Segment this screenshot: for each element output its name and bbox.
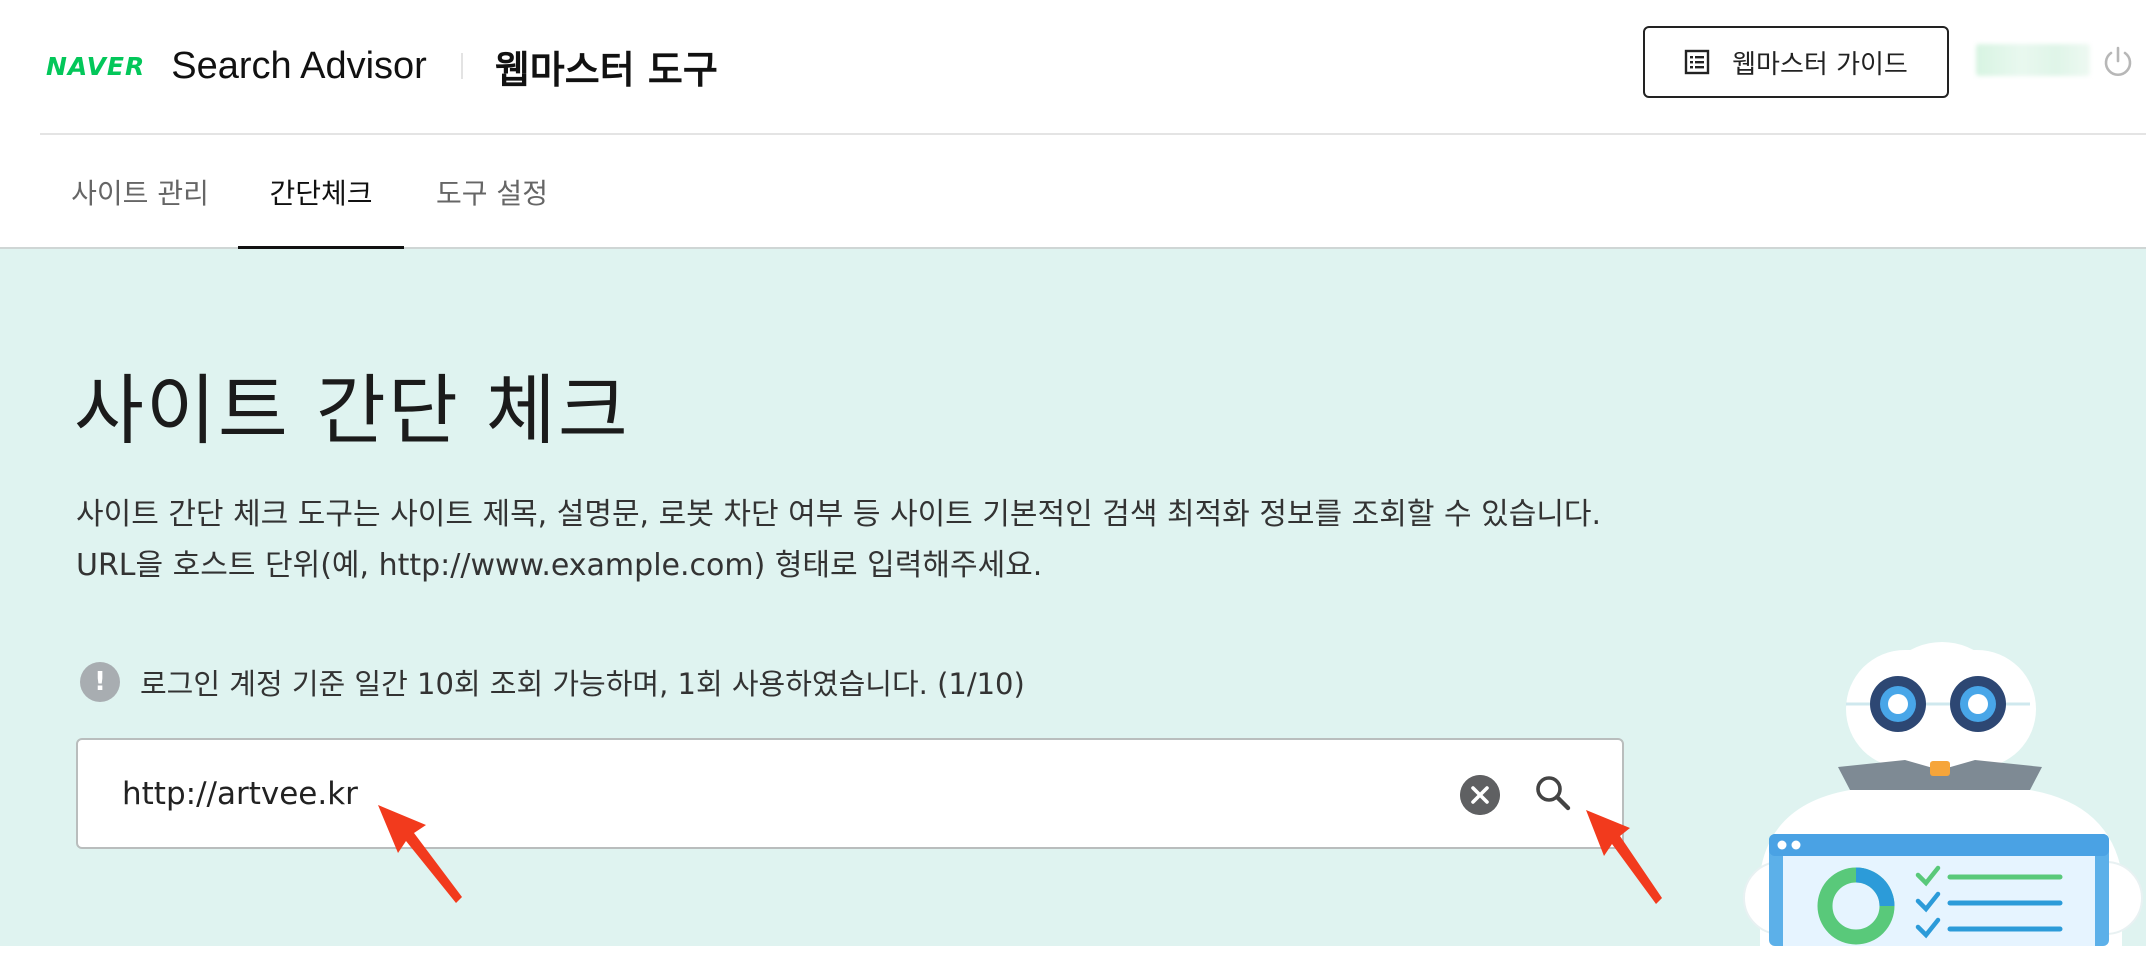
webmaster-guide-button[interactable]: 웹마스터 가이드 — [1643, 26, 1949, 98]
tab-label: 사이트 관리 — [71, 177, 209, 210]
user-account-blurred[interactable] — [1976, 44, 2090, 76]
robot-mascot-illustration — [1743, 642, 2143, 946]
list-document-icon — [1684, 49, 1710, 75]
tab-tool-settings[interactable]: 도구 설정 — [420, 135, 564, 249]
main-panel: 사이트 간단 체크 사이트 간단 체크 도구는 사이트 제목, 설명문, 로봇 … — [0, 249, 2146, 946]
brand: NAVER Search Advisor 웹마스터 도구 — [46, 36, 718, 96]
tab-label: 간단체크 — [269, 177, 373, 210]
tab-label: 도구 설정 — [436, 177, 548, 210]
tab-bar: 사이트 관리 간단체크 도구 설정 — [0, 135, 2146, 251]
info-exclamation-icon: ! — [80, 662, 120, 702]
page-title: 사이트 간단 체크 — [74, 366, 630, 455]
usage-notice: ! 로그인 계정 기준 일간 10회 조회 가능하며, 1회 사용하였습니다. … — [80, 660, 1025, 704]
clear-icon[interactable] — [1460, 775, 1500, 815]
power-icon[interactable] — [2100, 44, 2136, 80]
url-search-box — [76, 738, 1624, 849]
tab-site-management[interactable]: 사이트 관리 — [44, 135, 236, 249]
top-header: NAVER Search Advisor 웹마스터 도구 웹마스터 가이드 — [0, 0, 2146, 134]
page-bottom — [0, 946, 2146, 962]
brand-divider — [460, 53, 463, 79]
description-line-1: 사이트 간단 체크 도구는 사이트 제목, 설명문, 로봇 차단 여부 등 사이… — [76, 497, 1602, 532]
webmaster-guide-label: 웹마스터 가이드 — [1732, 49, 1908, 80]
tool-name[interactable]: 웹마스터 도구 — [495, 39, 718, 94]
url-input[interactable] — [122, 766, 1422, 822]
product-name[interactable]: Search Advisor — [171, 45, 427, 88]
usage-notice-text: 로그인 계정 기준 일간 10회 조회 가능하며, 1회 사용하였습니다. (1… — [140, 667, 1025, 701]
naver-logo[interactable]: NAVER — [46, 52, 145, 81]
tab-simple-check[interactable]: 간단체크 — [238, 135, 404, 251]
description-line-2: URL을 호스트 단위(예, http://www.example.com) 형… — [76, 548, 1043, 583]
search-icon[interactable] — [1530, 770, 1576, 816]
description: 사이트 간단 체크 도구는 사이트 제목, 설명문, 로봇 차단 여부 등 사이… — [76, 489, 1676, 591]
